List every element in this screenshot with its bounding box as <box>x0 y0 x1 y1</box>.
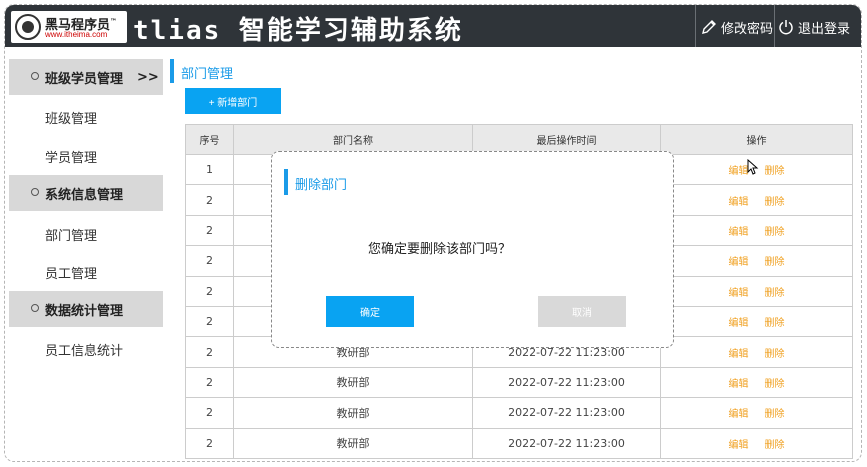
add-department-button[interactable]: + 新增部门 <box>185 88 281 114</box>
breadcrumb: 部门管理 <box>181 67 234 82</box>
logout-button[interactable]: 退出登录 <box>777 17 850 37</box>
table-row: 2 教研部 2022-07-22 11:23:00 编辑 删除 <box>185 397 853 429</box>
sidebar-item-employee-management[interactable]: 员工管理 <box>45 263 97 282</box>
table-row: 2 教研部 2022-07-22 11:23:00 编辑 删除 <box>185 427 853 459</box>
pencil-icon <box>702 20 716 34</box>
cell-actions: 编辑 删除 <box>660 305 853 338</box>
edit-link[interactable]: 编辑 <box>729 227 749 238</box>
edit-link[interactable]: 编辑 <box>729 349 749 360</box>
cell-no: 2 <box>185 305 234 338</box>
column-header-time: 最后操作时间 <box>472 124 661 155</box>
cell-no: 2 <box>185 184 234 216</box>
cell-actions: 编辑 删除 <box>660 214 853 247</box>
breadcrumb-accent <box>170 59 174 83</box>
cell-time: 2022-07-22 11:23:00 <box>472 366 661 399</box>
cell-no: 2 <box>185 336 234 368</box>
cell-actions: 编辑 删除 <box>660 184 853 216</box>
delete-link[interactable]: 删除 <box>765 440 785 451</box>
sidebar-item-employee-statistics[interactable]: 员工信息统计 <box>45 340 123 359</box>
sidebar-group-label: 班级学员管理 <box>45 71 124 87</box>
expand-arrow-icon: >> <box>137 69 159 85</box>
circle-icon <box>31 72 39 80</box>
delete-link[interactable]: 删除 <box>765 227 785 238</box>
cell-no: 2 <box>185 366 234 399</box>
change-password-button[interactable]: 修改密码 <box>700 17 773 37</box>
cell-no: 2 <box>185 427 234 459</box>
cell-actions: 编辑 删除 <box>660 397 853 429</box>
edit-link[interactable]: 编辑 <box>729 318 749 329</box>
dialog-title: 删除部门 <box>295 178 348 193</box>
circle-icon <box>31 304 39 312</box>
change-password-label: 修改密码 <box>721 21 774 37</box>
cell-no: 2 <box>185 275 234 307</box>
delete-link[interactable]: 删除 <box>765 197 785 208</box>
delete-link[interactable]: 删除 <box>765 166 785 177</box>
delete-link[interactable]: 删除 <box>765 318 785 329</box>
edit-link[interactable]: 编辑 <box>729 288 749 299</box>
delete-link[interactable]: 删除 <box>765 379 785 390</box>
table-row: 2 教研部 2022-07-22 11:23:00 编辑 删除 <box>185 366 853 399</box>
cell-actions: 编辑 删除 <box>660 245 853 277</box>
cell-no: 1 <box>185 153 234 186</box>
cell-time: 2022-07-22 11:23:00 <box>472 427 661 459</box>
logo-url: www.itheima.com <box>45 30 108 39</box>
sidebar-group-label: 数据统计管理 <box>45 303 124 319</box>
cell-time: 2022-07-22 11:23:00 <box>472 397 661 429</box>
column-header-name: 部门名称 <box>233 124 473 155</box>
cell-no: 2 <box>185 245 234 277</box>
cell-name: 教研部 <box>233 427 473 459</box>
sidebar: 班级学员管理 >> 班级管理 学员管理 系统信息管理 部门管理 员工管理 数据统… <box>5 47 165 461</box>
edit-link[interactable]: 编辑 <box>729 197 749 208</box>
sidebar-item-class-management[interactable]: 班级管理 <box>45 108 97 127</box>
cell-name: 教研部 <box>233 366 473 399</box>
app-title: tlias 智能学习辅助系统 <box>133 16 463 46</box>
delete-department-dialog: 删除部门 您确定要删除该部门吗？ 确定 取消 <box>271 151 674 348</box>
edit-link[interactable]: 编辑 <box>729 379 749 390</box>
top-header: 黑马程序员™ www.itheima.com tlias 智能学习辅助系统 修改… <box>5 5 861 47</box>
delete-link[interactable]: 删除 <box>765 257 785 268</box>
cell-name: 教研部 <box>233 397 473 429</box>
mouse-cursor-icon <box>747 159 759 175</box>
header-divider <box>774 5 775 47</box>
edit-link[interactable]: 编辑 <box>729 257 749 268</box>
power-icon <box>779 20 793 35</box>
cell-actions: 编辑 删除 <box>660 366 853 399</box>
header-divider <box>695 5 696 47</box>
circle-icon <box>31 188 39 196</box>
app-window: 黑马程序员™ www.itheima.com tlias 智能学习辅助系统 修改… <box>4 4 862 462</box>
confirm-button[interactable]: 确定 <box>326 296 414 327</box>
dialog-message: 您确定要删除该部门吗？ <box>368 242 512 257</box>
cell-actions: 编辑 删除 <box>660 336 853 368</box>
delete-link[interactable]: 删除 <box>765 288 785 299</box>
edit-link[interactable]: 编辑 <box>729 440 749 451</box>
sidebar-item-department-management[interactable]: 部门管理 <box>45 225 97 244</box>
edit-link[interactable]: 编辑 <box>729 166 749 177</box>
sidebar-item-student-management[interactable]: 学员管理 <box>45 147 97 166</box>
sidebar-group-class[interactable]: 班级学员管理 >> <box>9 59 163 95</box>
column-header-no: 序号 <box>185 124 234 155</box>
logo: 黑马程序员™ www.itheima.com <box>11 11 127 43</box>
cell-no: 2 <box>185 214 234 247</box>
dialog-title-accent <box>284 169 288 195</box>
cancel-button[interactable]: 取消 <box>538 296 626 327</box>
delete-link[interactable]: 删除 <box>765 349 785 360</box>
table-header-row: 序号 部门名称 最后操作时间 操作 <box>185 124 853 155</box>
cell-actions: 编辑 删除 <box>660 427 853 459</box>
logout-label: 退出登录 <box>798 21 851 37</box>
column-header-actions: 操作 <box>660 124 853 155</box>
sidebar-group-label: 系统信息管理 <box>45 187 124 203</box>
edit-link[interactable]: 编辑 <box>729 409 749 420</box>
delete-link[interactable]: 删除 <box>765 409 785 420</box>
cell-actions: 编辑 删除 <box>660 275 853 307</box>
logo-horse-icon <box>15 14 41 40</box>
sidebar-group-system[interactable]: 系统信息管理 <box>9 175 163 211</box>
sidebar-group-statistics[interactable]: 数据统计管理 <box>9 291 163 327</box>
cell-no: 2 <box>185 397 234 429</box>
